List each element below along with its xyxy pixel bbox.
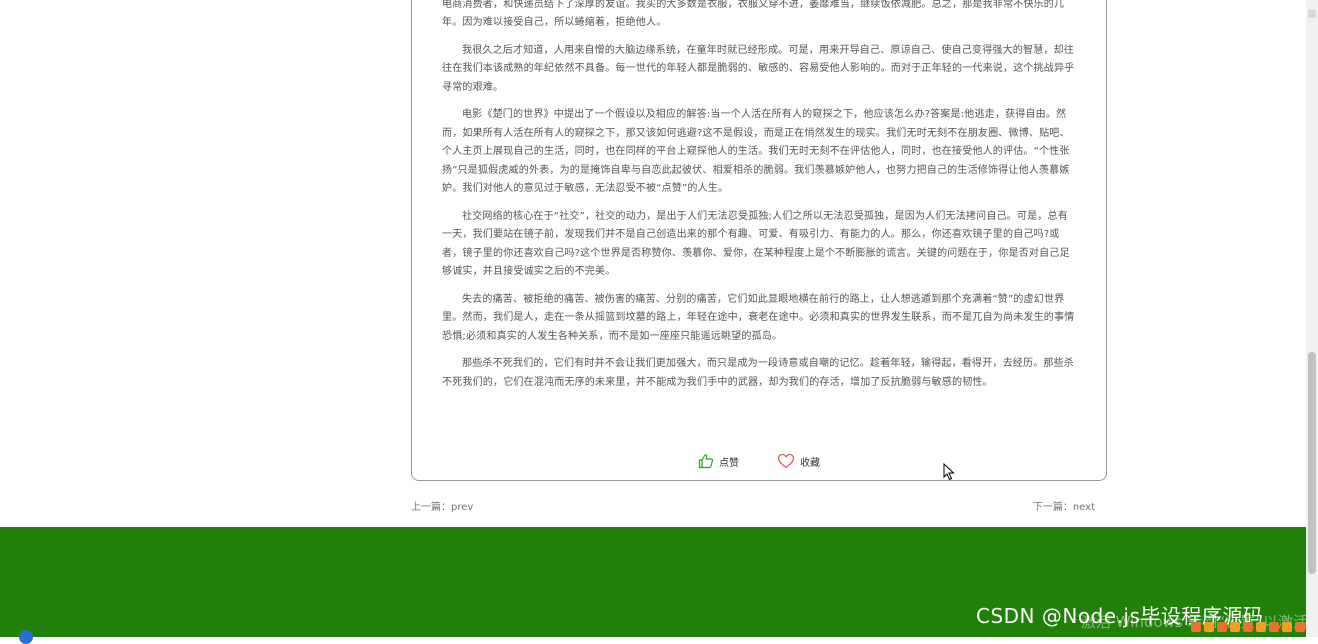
- tray-icon[interactable]: [1204, 622, 1214, 632]
- tray-icon[interactable]: [1282, 622, 1292, 632]
- tray-icon[interactable]: [1269, 622, 1279, 632]
- tray-icon[interactable]: [1230, 622, 1240, 632]
- tray-icon[interactable]: [1295, 622, 1305, 632]
- like-button[interactable]: 点赞: [698, 453, 739, 469]
- favorite-button[interactable]: 收藏: [777, 453, 820, 469]
- article-paragraph: 失去的痛苦、被拒绝的痛苦、被伤害的痛苦、分别的痛苦，它们如此显眼地横在前行的路上…: [442, 293, 1075, 342]
- scrollbar-thumb[interactable]: [1308, 352, 1316, 574]
- article-paragraph: 我很久之后才知道，人用来自憎的大脑边缘系统，在童年时就已经形成。可是，用来开导自…: [442, 44, 1075, 93]
- prev-article-link[interactable]: 上一篇：prev: [411, 498, 473, 513]
- tray-icon[interactable]: [1191, 622, 1201, 632]
- article-body: 侯蹒跚的方，再加上完得自己臃臃娇者，不忍见人，使恋厚于很多体。另之，她则的全连社…: [442, 0, 1078, 401]
- tray-icon[interactable]: [1256, 622, 1266, 632]
- mouse-cursor-icon: [943, 463, 955, 481]
- system-tray-icons: [1191, 622, 1305, 632]
- article-actions: 点赞 收藏: [412, 450, 1106, 472]
- article-paragraph: 社交网络的核心在于“社交”，社交的动力，是出于人们无法忍受孤独;人们之所以无法忍…: [442, 210, 1070, 278]
- scroll-up-arrow[interactable]: [1308, 10, 1316, 18]
- page-content-area: 侯蹒跚的方，再加上完得自己臃臃娇者，不忍见人，使恋厚于很多体。另之，她则的全连社…: [0, 0, 1306, 527]
- corner-indicator: [19, 630, 33, 644]
- favorite-label: 收藏: [800, 457, 820, 469]
- article-paragraph: 电影《楚门的世界》中提出了一个假设以及相应的解答:当一个人活在所有人的窥探之下，…: [442, 109, 1070, 194]
- article-paragraph: 那些杀不死我们的，它们有时并不会让我们更加强大，而只是成为一段诗意或自嘲的记忆。…: [442, 358, 1074, 388]
- next-article-link[interactable]: 下一篇：next: [1033, 498, 1095, 513]
- tray-icon[interactable]: [1217, 622, 1227, 632]
- like-label: 点赞: [719, 457, 739, 469]
- tray-icon[interactable]: [1243, 622, 1253, 632]
- vertical-scrollbar[interactable]: [1306, 0, 1318, 637]
- article-card: 侯蹒跚的方，再加上完得自己臃臃娇者，不忍见人，使恋厚于很多体。另之，她则的全连社…: [411, 0, 1107, 481]
- thumbs-up-icon: [698, 454, 714, 469]
- article-paragraph: 侯蹒跚的方，再加上完得自己臃臃娇者，不忍见人，使恋厚于很多体。另之，她则的全连社…: [442, 0, 1065, 28]
- heart-icon: [777, 453, 795, 469]
